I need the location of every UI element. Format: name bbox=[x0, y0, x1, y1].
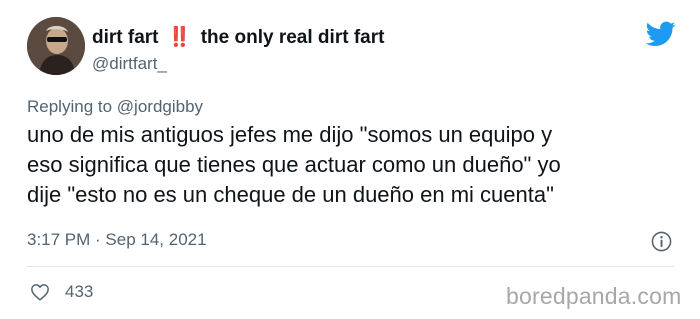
reply-mention-link[interactable]: @jordgibby bbox=[117, 97, 203, 116]
twitter-bird-icon[interactable] bbox=[646, 21, 676, 47]
divider bbox=[27, 266, 674, 267]
avatar-image bbox=[27, 17, 85, 75]
author-name-suffix: the only real dirt fart bbox=[200, 27, 385, 48]
tweet-text: uno de mis antiguos jefes me dijo "somos… bbox=[27, 122, 561, 207]
replying-to-prefix: Replying to bbox=[27, 97, 113, 116]
tweet-card: dirt fart ‼️ the only real dirt fart @di… bbox=[0, 0, 700, 319]
info-icon[interactable] bbox=[651, 231, 672, 252]
tweet-timestamp[interactable]: 3:17 PM · Sep 14, 2021 bbox=[27, 230, 207, 250]
like-count: 433 bbox=[65, 282, 94, 301]
replying-to: Replying to @jordgibby bbox=[27, 97, 203, 117]
double-exclamation-emoji: ‼️ bbox=[167, 27, 192, 48]
heart-outline-icon[interactable] bbox=[30, 283, 50, 301]
author-name: dirt fart bbox=[92, 27, 159, 48]
watermark: boredpanda.com bbox=[506, 283, 682, 309]
avatar[interactable] bbox=[27, 17, 85, 75]
author-handle[interactable]: @dirtfart_ bbox=[92, 54, 167, 74]
author-name-row[interactable]: dirt fart ‼️ the only real dirt fart bbox=[92, 25, 384, 49]
